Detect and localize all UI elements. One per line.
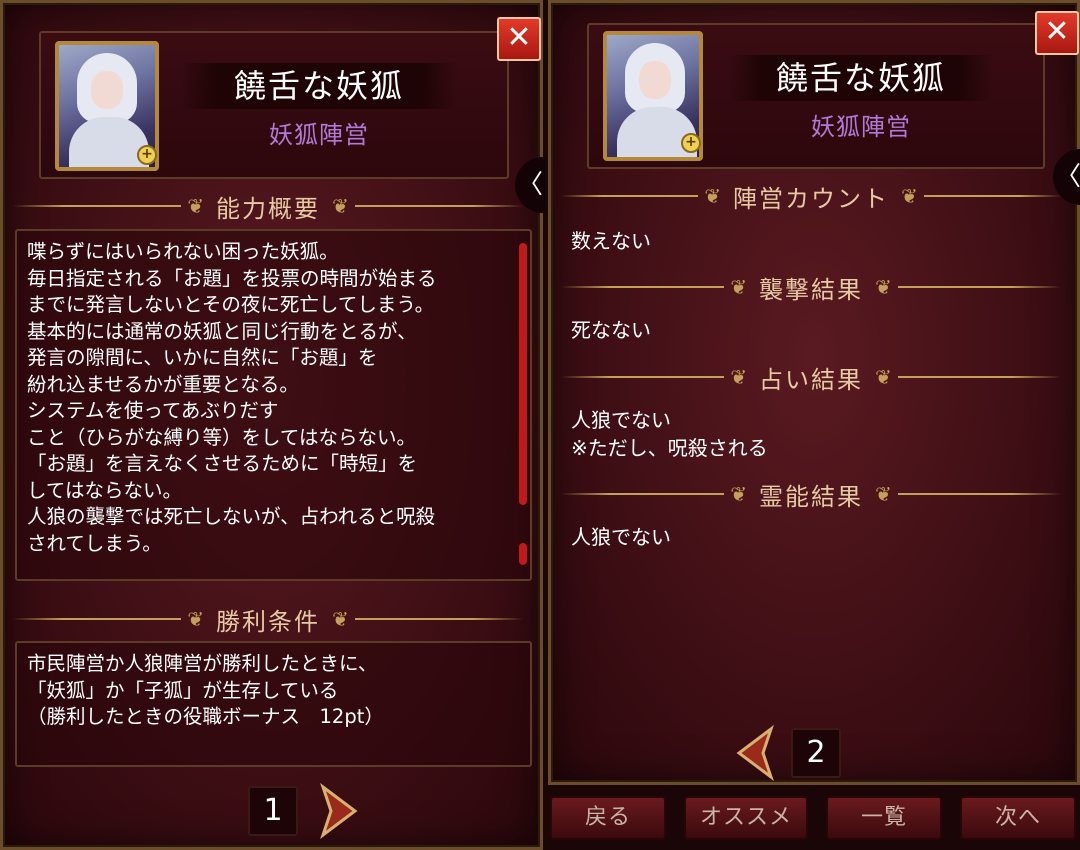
role-name: 饒舌な妖狐 [729,55,993,101]
zoom-in-icon[interactable]: + [681,133,701,153]
prev-page-arrow-icon[interactable] [735,725,775,781]
page-number: 1 [248,786,298,836]
ability-description-box[interactable]: 喋らずにはいられない困った妖狐。 毎日指定される「お題」を投票の時間が始まる ま… [15,229,532,581]
ornament-swirl-icon: ❦ [730,482,747,506]
divination-result-title: 占い結果 [759,365,863,394]
ability-line: 喋らずにはいられない困った妖狐。 [27,240,339,263]
ornament-swirl-icon: ❦ [332,194,349,218]
ability-line: 毎日指定される「お題」を投票の時間が始まる [27,266,437,290]
page-number: 2 [791,728,841,778]
divination-result-line: ※ただし、呪殺される [571,436,768,460]
role-detail-panel-right: + 饒舌な妖狐 妖狐陣営 ✕ 〈 ❦ 陣営カウント ❦ 数えない ❦ 襲撃結果 … [548,0,1080,785]
ability-line: 人狼の襲撃では死亡しないが、占われると呪殺 [27,505,436,528]
camp-count-divider: ❦ 陣営カウント ❦ [561,180,1061,213]
role-faction: 妖狐陣営 [269,121,369,149]
list-button[interactable]: 一覧 [826,796,942,840]
portrait-face [639,61,671,99]
ability-line: 発言の隙間に、いかに自然に「お題」を [27,346,378,369]
zoom-in-icon[interactable]: + [137,145,157,165]
ability-section-divider: ❦ 能力概要 ❦ [13,190,523,223]
ability-line: システムを使ってあぶりだす [27,399,279,422]
ornament-swirl-icon: ❦ [875,482,892,506]
ability-line: 紛れ込ませるかが重要となる。 [27,372,299,396]
divination-result-line: 人狼でない [571,408,671,432]
ornament-swirl-icon: ❦ [875,275,892,299]
medium-result-value: 人狼でない [571,525,671,549]
ornament-swirl-icon: ❦ [187,194,204,218]
ability-line: こと（ひらがな縛り等）をしてはならない。 [27,425,417,449]
win-line: 「妖狐」か「子狐」が生存している [27,678,339,702]
attack-result-divider: ❦ 襲撃結果 ❦ [561,271,1061,304]
ability-line: 「お題」を言えなくさせるために「時短」を [27,452,418,475]
win-condition-divider: ❦ 勝利条件 ❦ [13,603,523,636]
close-button[interactable]: ✕ [497,17,541,61]
ornament-swirl-icon: ❦ [332,607,349,631]
medium-result-divider: ❦ 霊能結果 ❦ [561,478,1061,511]
portrait-robe [69,117,149,167]
ornament-swirl-icon: ❦ [730,365,747,389]
ornament-swirl-icon: ❦ [704,184,721,208]
win-condition-title: 勝利条件 [216,607,320,636]
close-button[interactable]: ✕ [1035,11,1079,55]
ability-line: 基本的には通常の妖狐と同じ行動をとるが、 [27,319,417,343]
back-button[interactable]: 戻る [550,796,666,840]
ability-section-title: 能力概要 [216,194,320,223]
role-name: 饒舌な妖狐 [181,63,457,109]
medium-result-title: 霊能結果 [759,482,863,511]
ornament-swirl-icon: ❦ [875,365,892,389]
ability-scrollbar[interactable] [519,243,527,505]
ornament-swirl-icon: ❦ [187,607,204,631]
role-faction: 妖狐陣営 [811,113,911,141]
win-line: 市民陣営か人狼陣営が勝利したときに、 [27,652,378,675]
portrait-face [91,71,123,109]
camp-count-title: 陣営カウント [733,184,889,213]
ornament-swirl-icon: ❦ [901,184,918,208]
next-page-arrow-icon[interactable] [319,783,359,839]
ornament-swirl-icon: ❦ [730,275,747,299]
attack-result-title: 襲撃結果 [759,275,863,304]
role-detail-panel-left: + 饒舌な妖狐 妖狐陣営 ✕ 〈 ❦ 能力概要 ❦ 喋らずにはいられない困った妖… [0,0,545,850]
win-condition-box: 市民陣営か人狼陣営が勝利したときに、 「妖狐」か「子狐」が生存している （勝利し… [15,641,532,767]
ability-line: してはならない。 [27,478,183,502]
ability-line: されてしまう。 [27,531,162,555]
attack-result-value: 死なない [571,318,651,342]
ability-line: までに発言しないとその夜に死亡してしまう。 [27,293,435,316]
divination-result-divider: ❦ 占い結果 ❦ [561,361,1061,394]
next-button[interactable]: 次へ [960,796,1076,840]
camp-count-value: 数えない [571,229,651,253]
recommend-button[interactable]: オススメ [684,796,808,840]
ability-scrollbar-end [519,543,527,565]
win-line: （勝利したときの役職ボーナス 12pt） [27,705,384,728]
